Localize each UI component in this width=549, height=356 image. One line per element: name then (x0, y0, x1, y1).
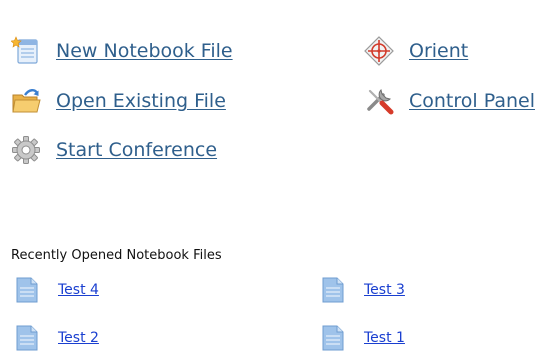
recent-file-link[interactable]: Test 2 (58, 330, 99, 346)
orient-label[interactable]: Orient (409, 40, 468, 62)
recent-file-link[interactable]: Test 3 (364, 282, 405, 298)
start-conference-link[interactable]: Start Conference (11, 135, 217, 165)
gear-icon (11, 135, 41, 165)
orient-link[interactable]: Orient (364, 36, 468, 66)
recent-file-item[interactable]: Test 2 (16, 325, 99, 351)
new-document-icon (11, 36, 41, 66)
control-panel-link[interactable]: Control Panel (364, 86, 535, 116)
orient-crosshair-icon (364, 36, 394, 66)
document-icon (322, 277, 344, 303)
new-notebook-file-label[interactable]: New Notebook File (56, 40, 233, 62)
recent-files-heading: Recently Opened Notebook Files (11, 248, 222, 263)
document-icon (322, 325, 344, 351)
recent-file-link[interactable]: Test 4 (58, 282, 99, 298)
document-icon (16, 325, 38, 351)
tools-icon (364, 86, 394, 116)
start-conference-label[interactable]: Start Conference (56, 139, 217, 161)
recent-file-item[interactable]: Test 3 (322, 277, 405, 303)
welcome-page: New Notebook File Open Existing File Sta… (0, 0, 549, 356)
open-folder-icon (11, 86, 41, 116)
new-notebook-file-link[interactable]: New Notebook File (11, 36, 233, 66)
control-panel-label[interactable]: Control Panel (409, 90, 535, 112)
recent-file-item[interactable]: Test 1 (322, 325, 405, 351)
open-existing-file-link[interactable]: Open Existing File (11, 86, 226, 116)
document-icon (16, 277, 38, 303)
open-existing-file-label[interactable]: Open Existing File (56, 90, 226, 112)
recent-file-link[interactable]: Test 1 (364, 330, 405, 346)
recent-file-item[interactable]: Test 4 (16, 277, 99, 303)
